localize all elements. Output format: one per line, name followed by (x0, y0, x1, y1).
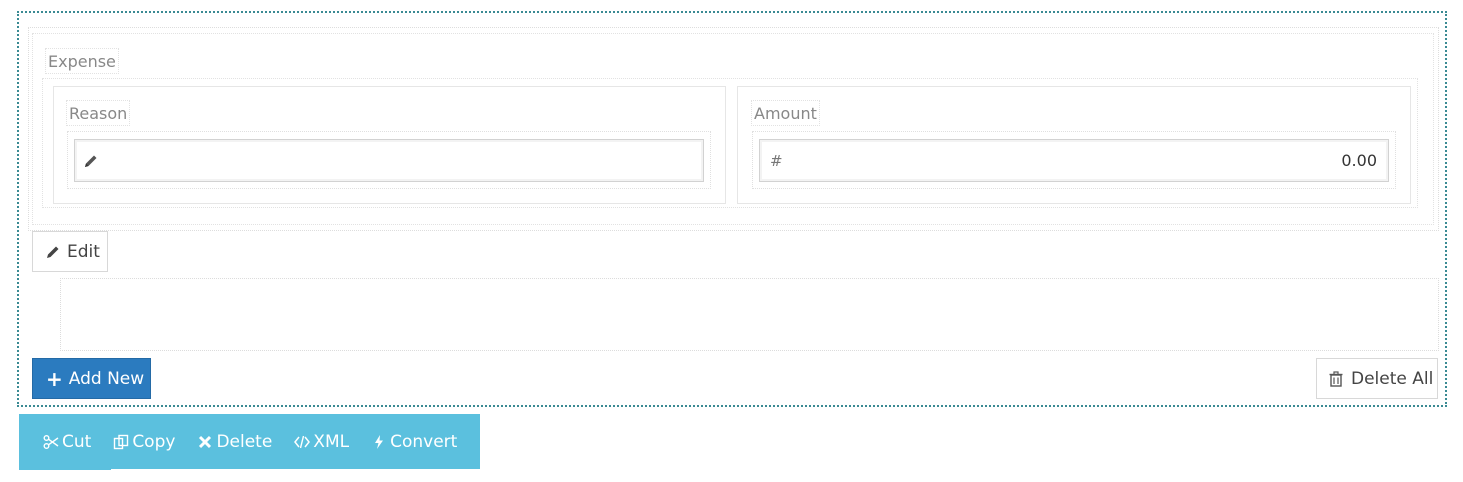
pencil-icon (85, 155, 97, 167)
delete-button[interactable]: Delete (197, 432, 272, 452)
reason-input[interactable] (74, 139, 704, 182)
reason-label: Reason (66, 100, 131, 126)
section-title: Expense (45, 48, 119, 74)
amount-input[interactable]: # 0.00 (759, 139, 1389, 182)
component-toolbar: Cut Copy Delete XML Convert (19, 414, 480, 469)
scissors-icon (43, 434, 59, 449)
close-icon (199, 435, 212, 448)
copy-label: Copy (132, 431, 176, 452)
xml-label: XML (313, 431, 350, 452)
add-new-label: Add New (68, 368, 145, 389)
delete-all-button[interactable]: Delete All (1316, 358, 1438, 399)
plus-icon: + (46, 366, 63, 391)
edit-button-label: Edit (67, 241, 100, 262)
add-new-button[interactable]: + Add New (32, 358, 151, 399)
delete-all-label: Delete All (1351, 368, 1434, 389)
edit-button[interactable]: Edit (32, 231, 108, 272)
cut-label: Cut (62, 431, 92, 452)
repeater-empty-area (60, 278, 1439, 351)
code-icon (294, 435, 311, 448)
delete-label: Delete (216, 431, 273, 452)
cut-button[interactable]: Cut (43, 432, 91, 452)
bolt-icon (375, 434, 384, 449)
amount-value: 0.00 (1341, 151, 1377, 170)
amount-prefix: # (770, 151, 783, 170)
convert-label: Convert (390, 431, 458, 452)
trash-icon (1329, 370, 1343, 387)
convert-button[interactable]: Convert (371, 432, 457, 452)
amount-label: Amount (751, 100, 820, 126)
copy-icon (114, 434, 129, 449)
pencil-icon (47, 246, 59, 258)
copy-button[interactable]: Copy (113, 432, 175, 452)
xml-button[interactable]: XML (294, 432, 349, 452)
